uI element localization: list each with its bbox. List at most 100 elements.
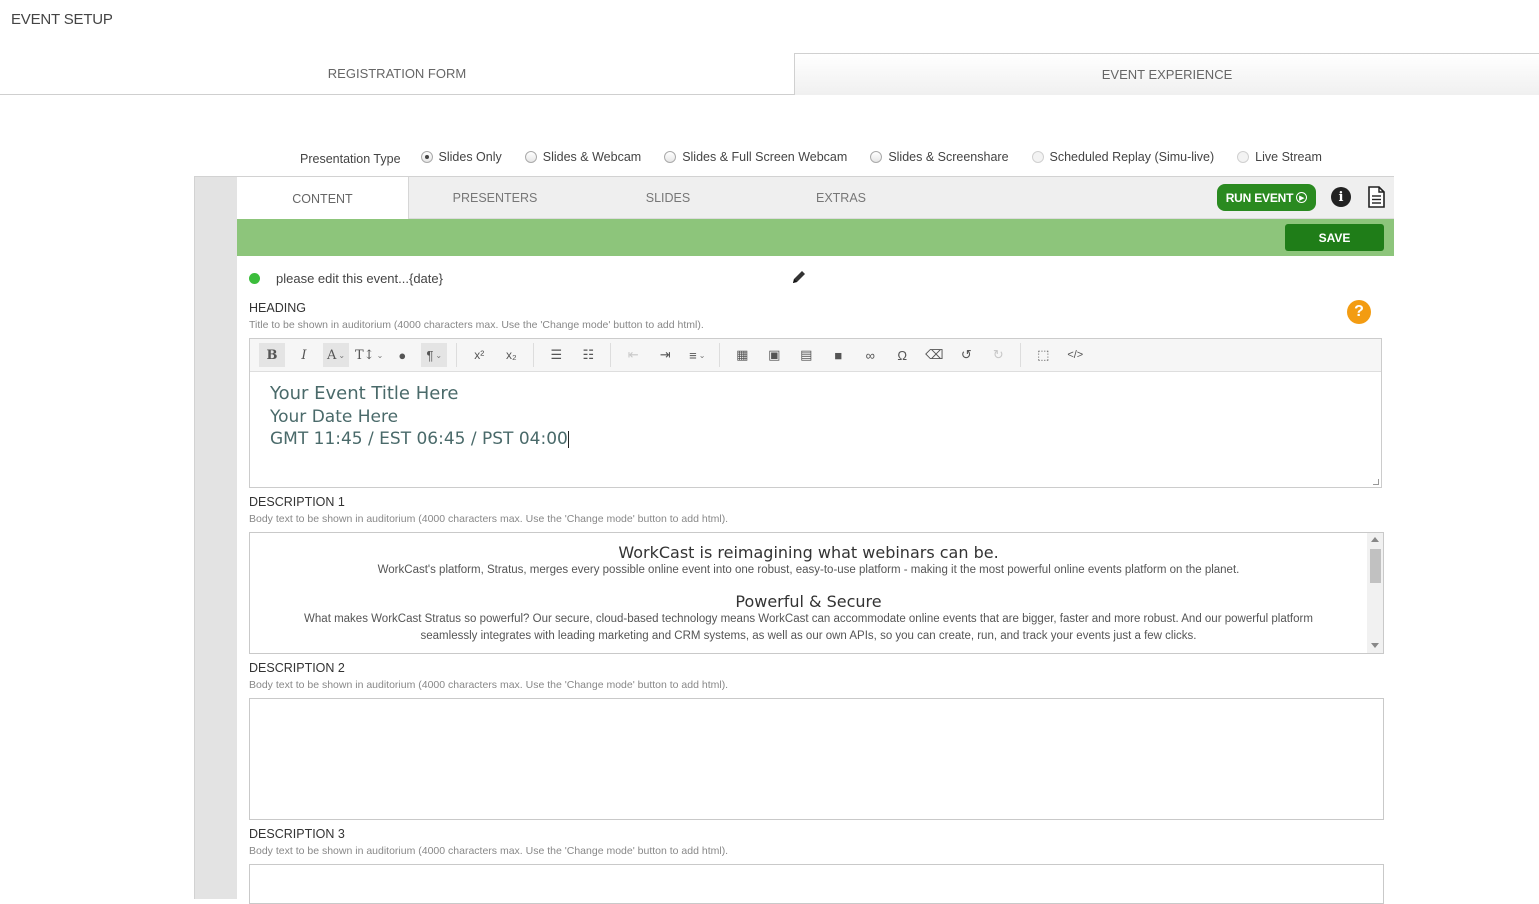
heading-line-date: Your Date Here [270,406,399,427]
content-inner: CONTENT PRESENTERS SLIDES EXTRAS RUN EVE… [237,177,1394,904]
numbered-list-icon[interactable]: ☷ [575,343,601,367]
document-icon[interactable] [1368,186,1385,208]
tab-event-experience[interactable]: EVENT EXPERIENCE [794,53,1539,95]
page-title: EVENT SETUP [11,11,113,28]
heading-time-text: GMT 11:45 / EST 06:45 / PST 04:00 [270,429,568,449]
description-1-scrollbar[interactable] [1367,533,1383,653]
scroll-up-icon[interactable] [1371,537,1379,542]
radio-slides-only[interactable]: Slides Only [420,150,502,164]
indent-icon[interactable]: ⇥ [652,343,678,367]
play-circle-icon: ▶ [1296,192,1308,203]
editor-toolbar: B I A ⌄ T↕ ⌄ ● ¶ ⌄ x² x₂ ☰ ☷ ⇤ ⇥ ≡ ⌄ ▦ ▣ ▤ ■… [249,338,1382,372]
toolbar-divider [533,343,535,367]
description-2-label: DESCRIPTION 2 [249,661,345,675]
description-1-content: WorkCast is reimagining what webinars ca… [250,541,1367,645]
save-button[interactable]: SAVE [1285,224,1384,251]
color-icon[interactable]: ● [389,343,415,367]
radio-label: Slides & Webcam [542,150,642,164]
font-size-icon[interactable]: T↕ ⌄ [355,343,383,367]
undo-icon[interactable]: ↺ [953,343,979,367]
description-3-hint: Body text to be shown in auditorium (400… [249,845,729,857]
radio-icon[interactable] [870,151,883,163]
help-icon[interactable]: ? [1347,300,1371,324]
toolbar-divider [456,343,458,367]
save-bar: SAVE [237,219,1394,256]
clear-formatting-icon[interactable]: ⌫ [921,343,947,367]
toolbar-divider [610,343,612,367]
outdent-icon[interactable]: ⇤ [620,343,646,367]
paragraph-format-icon[interactable]: ¶ ⌄ [421,343,448,367]
superscript-icon[interactable]: x² [466,343,492,367]
presentation-type-group: Presentation Type Slides Only Slides & W… [300,146,1345,168]
run-event-label: RUN EVENT [1225,190,1294,205]
description-paragraph: What makes WorkCast Stratus so powerful?… [304,613,1313,642]
radio-icon[interactable] [1031,151,1044,163]
select-all-icon[interactable]: ⬚ [1030,343,1056,367]
heading-line-title: Your Event Title Here [270,383,459,404]
description-2-hint: Body text to be shown in auditorium (400… [249,679,729,691]
description-2-editor[interactable] [249,698,1384,820]
heading-hint: Title to be shown in auditorium (4000 ch… [249,319,704,331]
presentation-type-label: Presentation Type [300,151,401,166]
status-dot-icon [249,272,260,284]
radio-selected-icon[interactable] [420,151,433,163]
radio-slides-full-screen-webcam[interactable]: Slides & Full Screen Webcam [664,150,847,164]
image-icon[interactable]: ▣ [761,343,787,367]
radio-icon[interactable] [524,151,537,163]
event-name: please edit this event...{date} [276,270,443,286]
description-1-editor[interactable]: WorkCast is reimagining what webinars ca… [249,532,1384,654]
content-panel: CONTENT PRESENTERS SLIDES EXTRAS RUN EVE… [194,176,1394,904]
radio-icon[interactable] [664,151,677,163]
radio-live-stream[interactable]: Live Stream [1237,150,1322,164]
radio-slides-screenshare[interactable]: Slides & Screenshare [870,150,1009,164]
description-heading: Powerful & Secure [735,592,882,611]
link-icon[interactable]: ∞ [857,343,883,367]
toolbar-divider [1020,343,1022,367]
tab-presenters[interactable]: PRESENTERS [409,177,581,219]
description-3-editor[interactable] [249,864,1384,904]
radio-icon[interactable] [1237,151,1250,163]
scroll-down-icon[interactable] [1371,643,1379,648]
bold-icon[interactable]: B [259,343,285,367]
radio-label: Slides & Full Screen Webcam [682,150,848,164]
description-3-label: DESCRIPTION 3 [249,827,345,841]
radio-slides-webcam[interactable]: Slides & Webcam [524,150,642,164]
sub-tabs: CONTENT PRESENTERS SLIDES EXTRAS RUN EVE… [237,177,1394,220]
radio-label: Scheduled Replay (Simu-live) [1049,150,1215,164]
heading-line-time: GMT 11:45 / EST 06:45 / PST 04:00 [270,428,1361,451]
description-1-hint: Body text to be shown in auditorium (400… [249,513,729,525]
radio-scheduled-replay[interactable]: Scheduled Replay (Simu-live) [1031,150,1215,164]
resize-handle-icon[interactable] [1373,479,1379,485]
special-character-icon[interactable]: Ω [889,343,915,367]
radio-label: Slides & Screenshare [888,150,1009,164]
info-icon[interactable]: i [1331,187,1351,207]
run-event-button[interactable]: RUN EVENT ▶ [1217,184,1316,211]
description-paragraph: WorkCast's platform, Stratus, merges eve… [377,564,1240,576]
tab-registration-form[interactable]: REGISTRATION FORM [0,53,794,95]
radio-label: Live Stream [1255,150,1322,164]
subscript-icon[interactable]: x₂ [498,343,524,367]
heading-label: HEADING [249,301,306,315]
align-icon[interactable]: ≡ ⌄ [684,343,710,367]
tab-content[interactable]: CONTENT [237,177,409,220]
code-view-icon[interactable]: </> [1062,343,1088,367]
font-family-icon[interactable]: A ⌄ [323,343,349,367]
description-heading: WorkCast is reimagining what webinars ca… [618,543,999,562]
description-1-label: DESCRIPTION 1 [249,495,345,509]
text-cursor [567,430,569,448]
pencil-icon[interactable] [791,269,807,285]
radio-label: Slides Only [438,150,502,164]
tab-slides[interactable]: SLIDES [582,177,754,219]
heading-editor[interactable]: Your Event Title Here Your Date Here GMT… [249,371,1382,488]
bulleted-list-icon[interactable]: ☰ [543,343,569,367]
toolbar-divider [719,343,721,367]
tab-extras[interactable]: EXTRAS [755,177,927,219]
video-icon[interactable]: ■ [825,343,851,367]
table-icon[interactable]: ▦ [729,343,755,367]
file-icon[interactable]: ▤ [793,343,819,367]
scroll-thumb[interactable] [1370,549,1381,583]
top-tabs: REGISTRATION FORM EVENT EXPERIENCE [0,53,1539,95]
italic-icon[interactable]: I [291,343,317,367]
redo-icon[interactable]: ↻ [985,343,1011,367]
event-status-row: please edit this event...{date} [249,270,443,286]
